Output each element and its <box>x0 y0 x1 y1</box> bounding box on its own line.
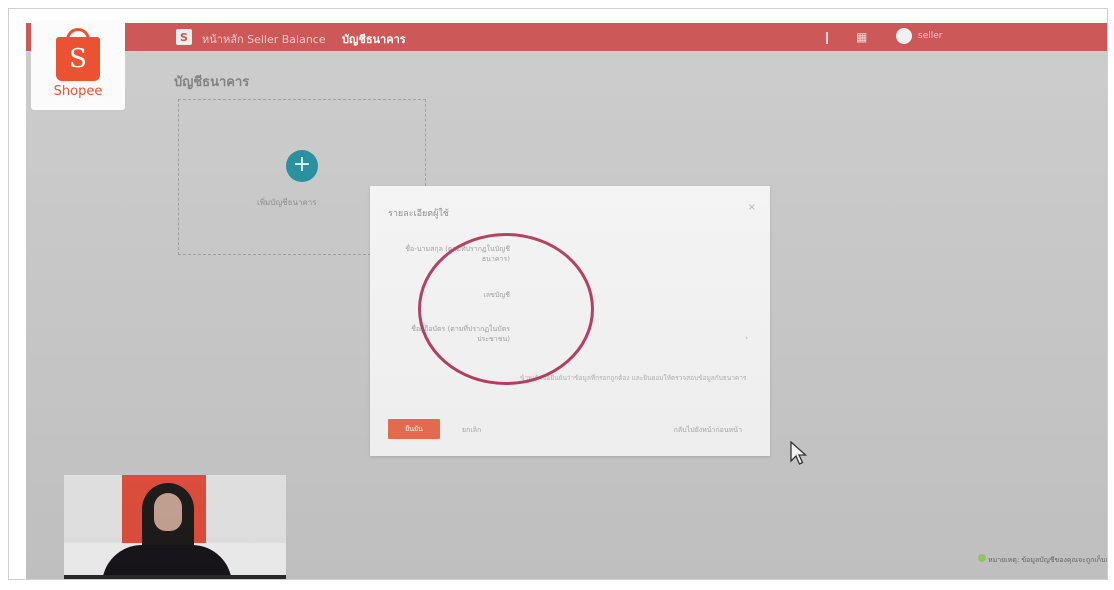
brand-name: Shopee <box>53 84 103 99</box>
username-label[interactable]: seller <box>918 31 942 41</box>
user-avatar[interactable] <box>896 28 912 44</box>
presenter-face <box>154 493 182 531</box>
shopee-mini-logo-icon[interactable]: S <box>176 29 192 45</box>
consent-note: ข้าพเจ้าขอยืนยันว่าข้อมูลที่กรอกถูกต้อง … <box>520 374 747 382</box>
confirm-button[interactable]: ยืนยัน <box>388 419 440 439</box>
info-icon <box>978 554 986 562</box>
breadcrumb-parent[interactable]: หน้าหลัก Seller Balance <box>202 30 326 48</box>
bell-icon[interactable]: ❙ <box>822 30 832 44</box>
add-bank-account-label: เพิ่มบัญชีธนาคาร <box>257 198 317 207</box>
highlight-circle-annotation <box>418 233 594 385</box>
app-screen: S หน้าหลัก Seller Balance บัญชีธนาคาร ❙ … <box>26 23 1108 579</box>
shopee-logo: S Shopee <box>31 20 125 110</box>
chevron-right-icon: › <box>745 334 748 342</box>
screenshot-frame: S หน้าหลัก Seller Balance บัญชีธนาคาร ❙ … <box>8 8 1108 580</box>
bottom-toast-text: หมายเหตุ: ข้อมูลบัญชีของคุณจะถูกเก็บเป็น… <box>988 556 1108 564</box>
plus-icon[interactable]: + <box>286 150 318 182</box>
cancel-button[interactable]: ยกเลิก <box>462 425 481 436</box>
mouse-cursor-icon <box>790 441 808 465</box>
presenter-webcam-overlay <box>64 475 286 579</box>
top-navigation-bar: S หน้าหลัก Seller Balance บัญชีธนาคาร ❙ … <box>26 23 1107 51</box>
page-title: บัญชีธนาคาร <box>174 75 250 90</box>
grid-icon[interactable]: ▦ <box>856 30 867 44</box>
webcam-desk <box>64 575 286 579</box>
back-link[interactable]: กลับไปยังหน้าก่อนหน้า <box>674 425 742 436</box>
shopee-bag-icon: S <box>56 37 100 81</box>
close-icon[interactable]: × <box>748 202 756 213</box>
dialog-title: รายละเอียดผู้ใช้ <box>388 209 449 219</box>
breadcrumb-current: บัญชีธนาคาร <box>342 33 406 46</box>
